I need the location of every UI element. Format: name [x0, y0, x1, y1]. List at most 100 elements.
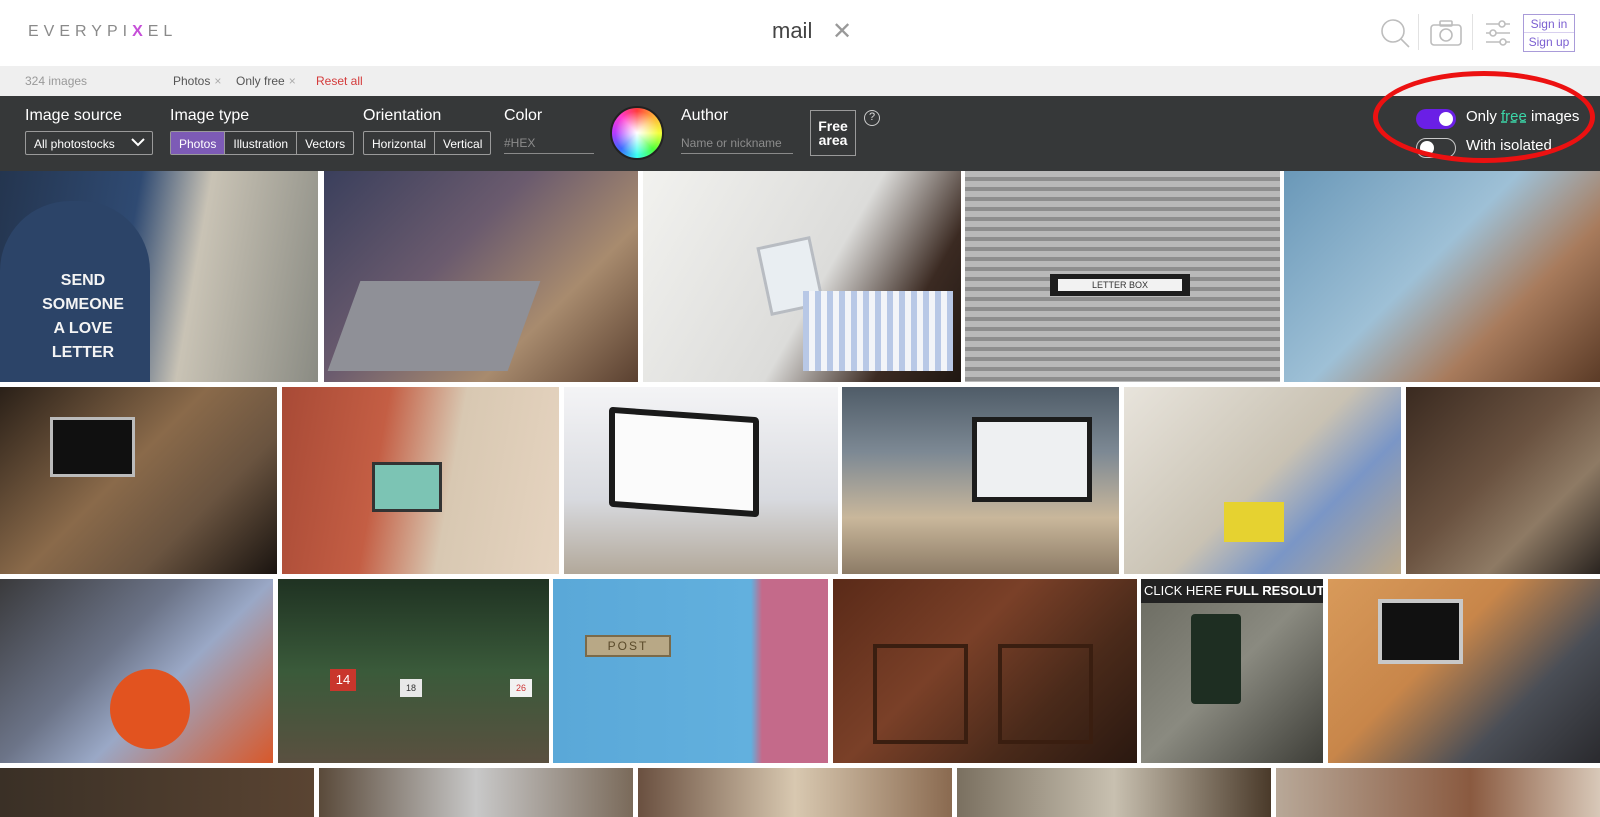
- watermark-text-a: CLICK HERE: [1144, 583, 1226, 598]
- camera-icon[interactable]: [1429, 17, 1462, 49]
- top-header: EVERYPIXEL mail ✕ Sign in Sign up: [0, 0, 1600, 66]
- laptop-screen: [609, 406, 759, 518]
- caption-line: A LOVE: [53, 320, 113, 337]
- logo-mark: X: [132, 23, 148, 40]
- chip-label: Photos: [173, 74, 211, 88]
- filter-bar: Image source All photostocks Image type …: [0, 96, 1600, 171]
- type-photos-option[interactable]: Photos: [171, 132, 226, 154]
- sign-in-link[interactable]: Sign in: [1524, 15, 1574, 33]
- logo-text-a: EVERYPI: [28, 23, 133, 40]
- header-divider: [1418, 14, 1419, 50]
- search-query[interactable]: mail: [772, 18, 812, 44]
- image-tile[interactable]: [0, 579, 273, 763]
- watermark-text: CLICK HERE FULL RESOLUTION: [1144, 583, 1323, 598]
- laptop-screen: [1378, 599, 1463, 664]
- laptop-screen: [50, 417, 135, 477]
- close-icon[interactable]: ×: [289, 74, 296, 88]
- watermark-text-b: FULL RESOLUTION: [1225, 583, 1323, 598]
- type-illustration-option[interactable]: Illustration: [225, 132, 298, 154]
- image-tile[interactable]: [324, 171, 638, 382]
- table-shape: [110, 669, 190, 749]
- toggle-knob: [1420, 141, 1434, 155]
- color-label: Color: [504, 107, 543, 124]
- image-tile[interactable]: [0, 387, 277, 574]
- only-free-label: Only free images: [1466, 108, 1579, 125]
- tile-caption: SEND SOMEONE A LOVE LETTER: [28, 269, 138, 365]
- mailbox-number: 26: [510, 679, 532, 697]
- laptop-shape: [327, 281, 541, 371]
- image-tile[interactable]: [957, 768, 1271, 817]
- free-area-line2: area: [818, 132, 848, 148]
- caption-line: SEND: [60, 272, 106, 289]
- orientation-segment: Horizontal Vertical: [363, 131, 492, 155]
- with-isolated-toggle[interactable]: [1416, 138, 1456, 158]
- toggle-knob: [1439, 112, 1453, 126]
- close-icon[interactable]: ×: [214, 74, 221, 88]
- image-tile[interactable]: [0, 768, 314, 817]
- image-source-label: Image source: [25, 107, 122, 124]
- chevron-down-icon: [131, 138, 145, 147]
- help-icon[interactable]: ?: [864, 110, 880, 126]
- author-label: Author: [681, 107, 729, 124]
- settings-sliders-icon[interactable]: [1484, 17, 1516, 49]
- sign-up-link[interactable]: Sign up: [1524, 33, 1574, 51]
- image-tile[interactable]: POST: [553, 579, 828, 763]
- image-tile[interactable]: SEND SOMEONE A LOVE LETTER: [0, 171, 318, 382]
- image-tile[interactable]: LETTER BOX: [965, 171, 1280, 382]
- mailbox-number: 18: [400, 679, 422, 697]
- only-free-word: free: [1501, 108, 1527, 125]
- caption-line: SOMEONE: [42, 296, 124, 313]
- auth-box: Sign in Sign up: [1523, 14, 1575, 52]
- image-tile[interactable]: [319, 768, 633, 817]
- image-tile[interactable]: [1406, 387, 1600, 574]
- mailbox-number: 14: [330, 669, 356, 691]
- logo[interactable]: EVERYPIXEL: [28, 23, 177, 41]
- post-slot-label: POST: [585, 635, 671, 657]
- image-type-label: Image type: [170, 107, 250, 124]
- image-tile[interactable]: [842, 387, 1119, 574]
- image-tile[interactable]: [833, 579, 1137, 763]
- letterbox-label: LETTER BOX: [1058, 279, 1182, 291]
- door-panel: [998, 644, 1093, 744]
- image-type-segment: Photos Illustration Vectors: [170, 131, 355, 155]
- image-tile[interactable]: [1124, 387, 1401, 574]
- image-tile[interactable]: [564, 387, 838, 574]
- only-free-toggle[interactable]: [1416, 109, 1456, 129]
- result-count: 324 images: [25, 74, 88, 88]
- author-input[interactable]: Name or nickname: [681, 132, 793, 154]
- only-free-pre: Only: [1466, 108, 1502, 125]
- image-tile[interactable]: [1276, 768, 1600, 817]
- image-tile[interactable]: [282, 387, 559, 574]
- logo-text-b: EL: [147, 23, 178, 40]
- filter-chip-only-free[interactable]: Only free ×: [236, 74, 296, 88]
- orientation-horizontal-option[interactable]: Horizontal: [364, 132, 436, 154]
- search-icon[interactable]: [1379, 17, 1411, 49]
- color-wheel-picker[interactable]: [610, 106, 664, 160]
- free-area-line1: Free: [818, 118, 848, 134]
- shirt-shape: [803, 291, 953, 371]
- door-panel: [873, 644, 968, 744]
- only-free-post: images: [1526, 108, 1580, 125]
- hex-color-input[interactable]: #HEX: [504, 132, 594, 154]
- filter-chip-photos[interactable]: Photos ×: [173, 74, 221, 88]
- free-area-button[interactable]: Free area: [810, 110, 856, 156]
- image-tile[interactable]: CLICK HERE FULL RESOLUTION: [1141, 579, 1323, 763]
- laptop-screen: [972, 417, 1092, 502]
- header-divider: [1472, 14, 1473, 50]
- orientation-label: Orientation: [363, 107, 442, 124]
- image-tile[interactable]: [1284, 171, 1600, 382]
- caption-line: LETTER: [51, 344, 115, 361]
- orientation-vertical-option[interactable]: Vertical: [435, 132, 490, 154]
- image-tile[interactable]: [638, 768, 952, 817]
- chip-label: Only free: [236, 74, 285, 88]
- image-tile[interactable]: [1328, 579, 1600, 763]
- reset-all-link[interactable]: Reset all: [316, 74, 363, 88]
- image-source-select[interactable]: All photostocks: [25, 131, 153, 155]
- image-tile[interactable]: 14 18 26: [278, 579, 549, 763]
- mailbox-shape: [1191, 614, 1241, 704]
- image-tile[interactable]: [643, 171, 961, 382]
- type-vectors-option[interactable]: Vectors: [297, 132, 353, 154]
- with-isolated-label: With isolated: [1466, 137, 1552, 154]
- close-icon[interactable]: ✕: [832, 19, 852, 45]
- laptop-screen: [372, 462, 442, 512]
